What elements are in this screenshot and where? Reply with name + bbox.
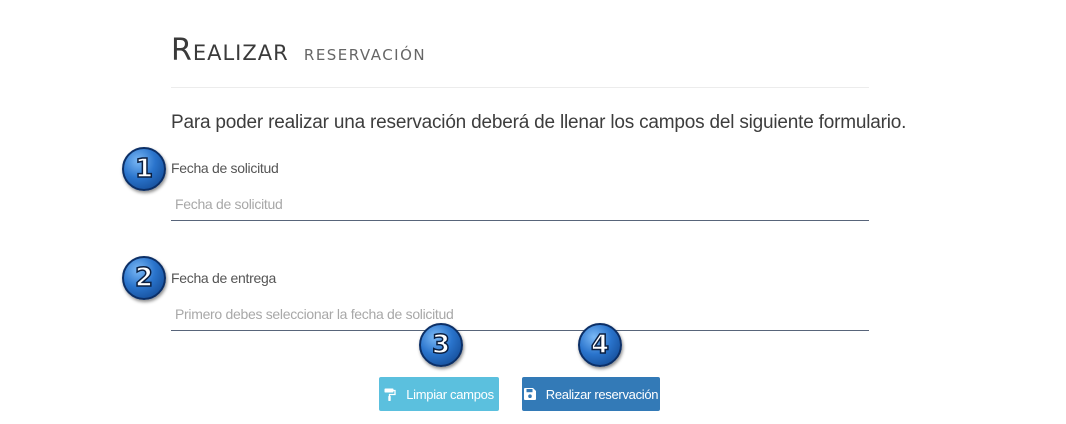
page-title: Realizar reservación (171, 30, 426, 68)
clear-fields-label: Limpiar campos (406, 386, 494, 402)
step-badge-2: 2 (122, 256, 166, 300)
page-title-main: Realizar (171, 33, 289, 68)
fecha-entrega-input[interactable] (171, 297, 869, 331)
clear-fields-button[interactable]: Limpiar campos (379, 377, 499, 411)
page-title-sub: reservación (303, 46, 427, 64)
step-badge-4: 4 (578, 323, 622, 367)
submit-reservation-label: Realizar reservación (545, 386, 659, 402)
step-badge-3: 3 (419, 323, 463, 367)
header-divider (171, 87, 869, 88)
fecha-solicitud-input[interactable] (171, 187, 869, 221)
submit-reservation-button[interactable]: Realizar reservación (522, 377, 660, 411)
floppy-disk-icon (523, 388, 536, 400)
step-badge-1: 1 (122, 147, 166, 191)
intro-text: Para poder realizar una reservación debe… (171, 112, 907, 133)
fecha-solicitud-label: Fecha de solicitud (171, 160, 279, 176)
paint-roller-icon (384, 388, 396, 401)
fecha-entrega-label: Fecha de entrega (171, 270, 276, 286)
